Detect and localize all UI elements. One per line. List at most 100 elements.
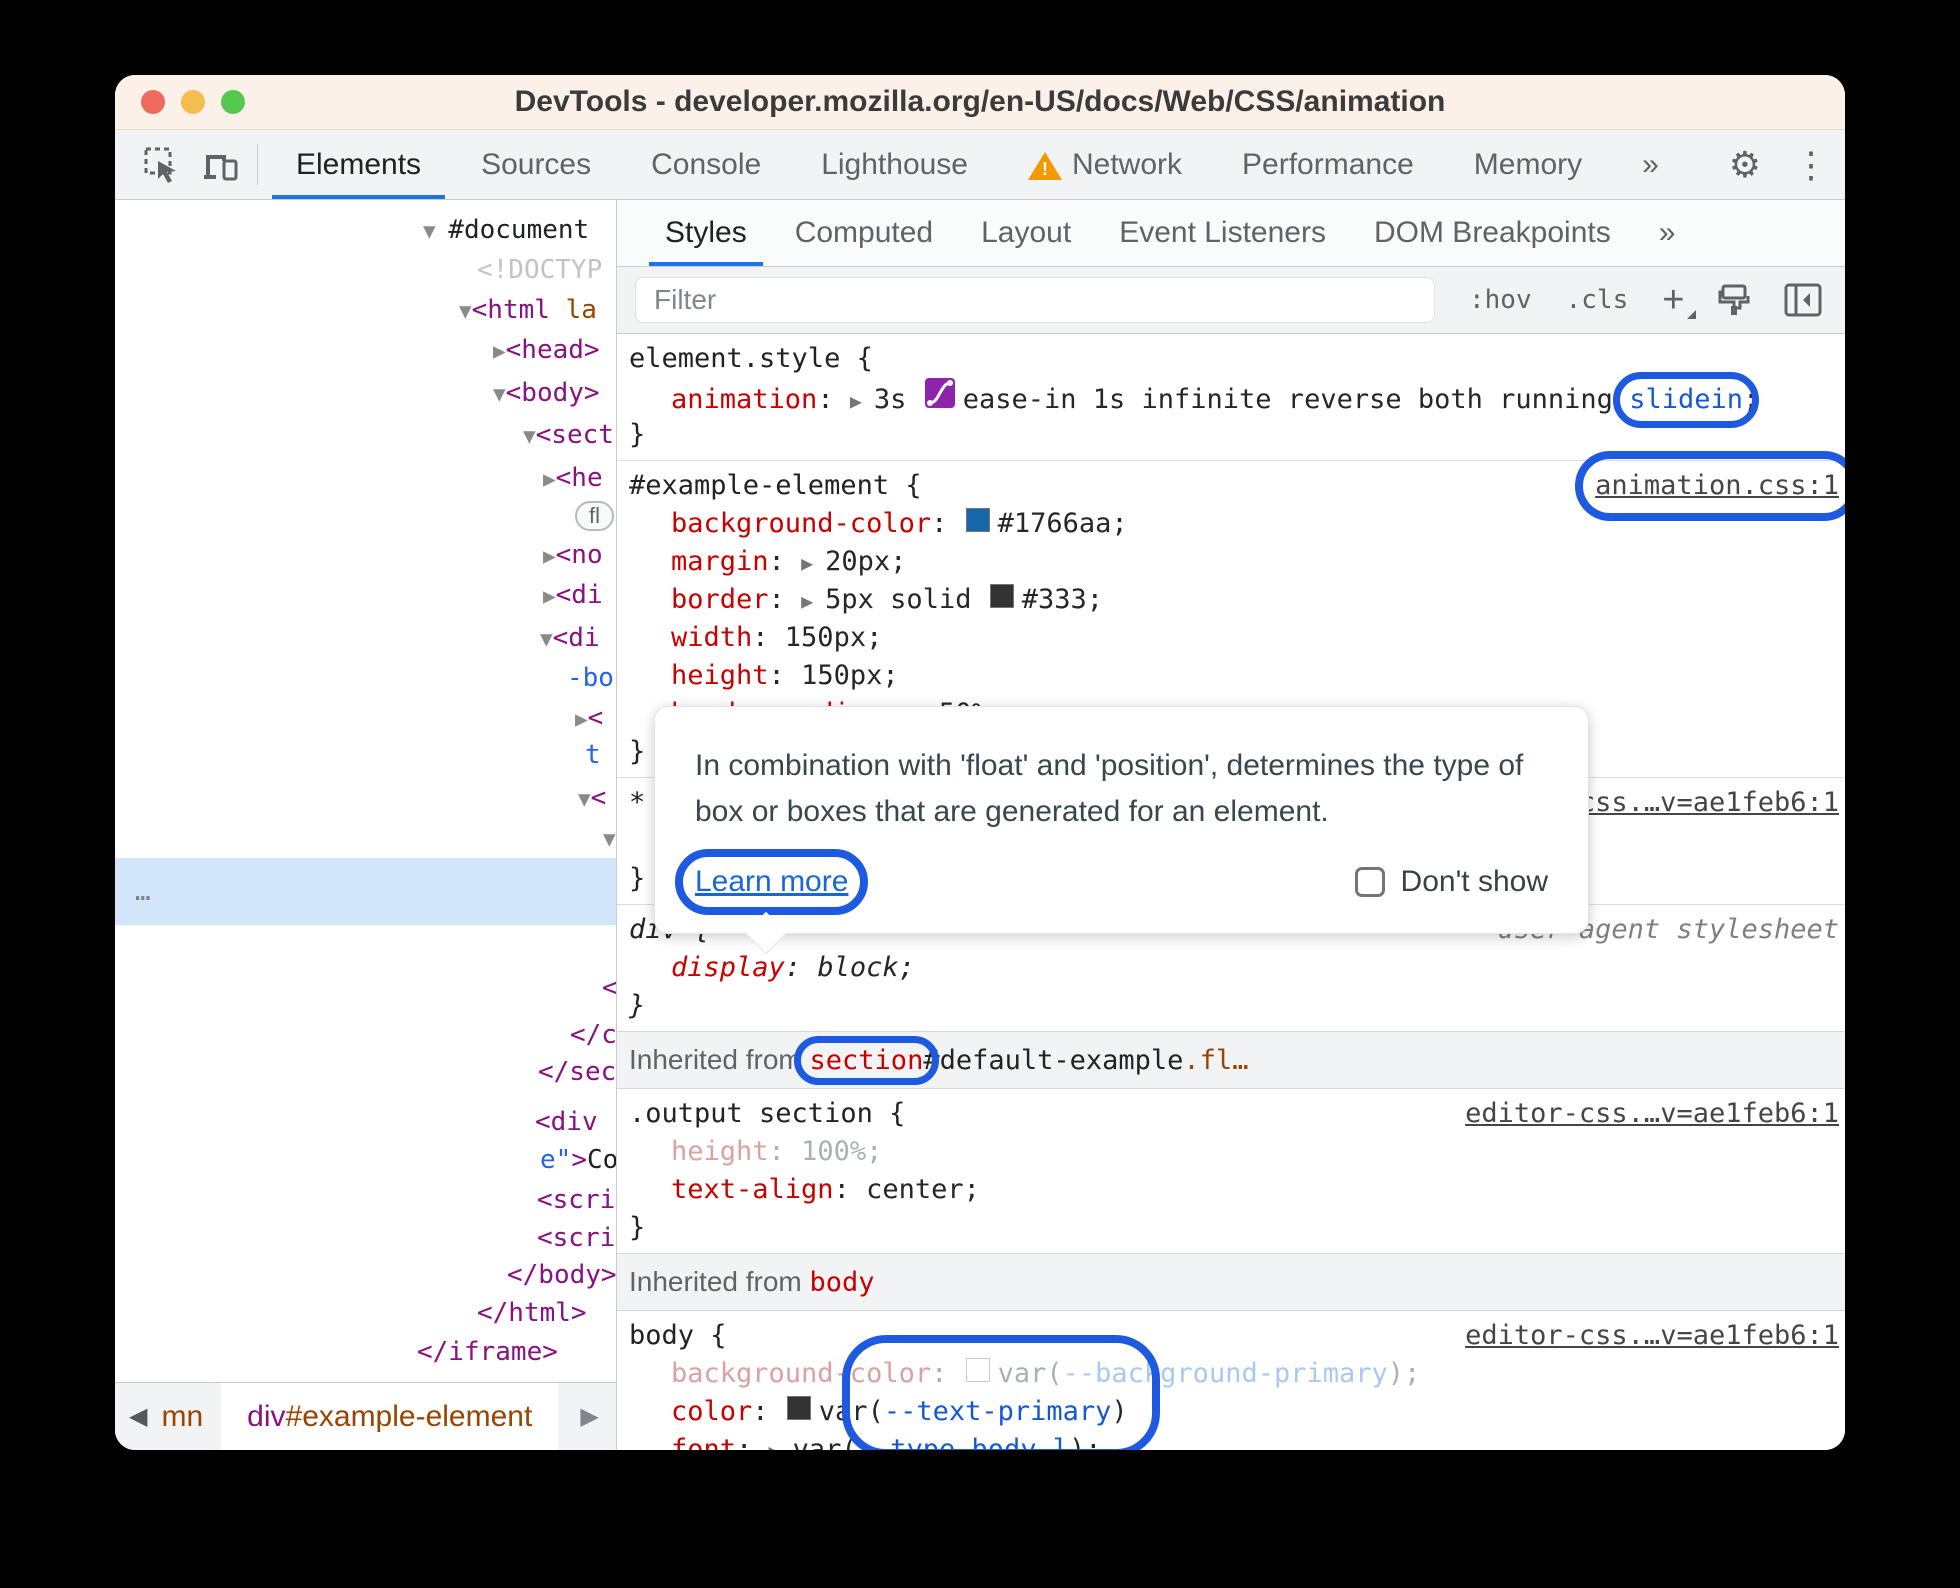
tab-lighthouse[interactable]: Lighthouse (791, 130, 998, 199)
tree-row[interactable]: ▶< (575, 699, 603, 738)
css-segment-sel: #example-element { (629, 470, 922, 501)
tree-row[interactable]: <div (535, 1103, 598, 1141)
toggle-sidebar-icon[interactable] (1784, 283, 1822, 317)
tree-row-selected[interactable]: … (115, 858, 616, 925)
tab-[interactable]: » (1612, 130, 1689, 199)
css-segment-val: 150px; (784, 622, 883, 653)
settings-gear-icon[interactable]: ⚙ (1713, 144, 1777, 186)
tree-row[interactable]: </body> (507, 1256, 616, 1294)
css-line[interactable]: body {editor-css.…v=ae1feb6:1 (617, 1317, 1845, 1355)
tree-segment-tag: <di (552, 623, 600, 653)
inherited-from-section: Inherited from section #default-example .f… (617, 1031, 1845, 1089)
tab-performance[interactable]: Performance (1212, 130, 1444, 199)
tooltip-actions: Learn more Don't show (674, 849, 1548, 915)
dont-show-checkbox[interactable] (1354, 867, 1385, 897)
tree-row[interactable]: </c (570, 1016, 616, 1054)
color-swatch[interactable] (965, 508, 990, 532)
sidebar-tab-computed[interactable]: Computed (771, 200, 957, 266)
css-line[interactable]: height: 150px; (617, 657, 1845, 695)
css-line[interactable]: width: 150px; (617, 619, 1845, 657)
css-segment-val: : (752, 1396, 785, 1427)
css-line[interactable]: background-color: #1766aa; (617, 505, 1845, 543)
bezier-easing-icon[interactable] (924, 378, 955, 408)
tree-row[interactable]: <scri (537, 1219, 615, 1257)
tree-row[interactable]: ▶<he (543, 459, 603, 498)
sidebar-tabs: Styles Computed Layout Event Listeners DOM B… (617, 200, 1845, 267)
tree-row[interactable]: e">Co (540, 1141, 616, 1179)
css-line[interactable]: margin: ▶ 20px; (617, 543, 1845, 581)
css-line[interactable]: } (617, 1209, 1845, 1247)
css-segment-prop: text-align (671, 1174, 834, 1205)
dont-show-label: Don't show (1400, 865, 1548, 898)
breadcrumb-item-current[interactable]: div #example-element (221, 1383, 559, 1450)
flex-badge[interactable]: fl (575, 501, 614, 531)
element-classes-button[interactable]: .cls (1566, 285, 1629, 315)
stylesheet-source-link[interactable]: animation.css:1 (1575, 451, 1845, 521)
css-line[interactable]: border: ▶ 5px solid #333; (617, 581, 1845, 619)
more-options-icon[interactable]: ⋮ (1777, 144, 1845, 186)
tree-row[interactable]: ▶<head> (493, 331, 600, 370)
tree-segment-tag: <he (555, 463, 603, 493)
tree-row[interactable]: ▼< (578, 779, 606, 818)
toggle-element-state-button[interactable]: :hov (1469, 285, 1532, 315)
stylesheet-source-link[interactable]: editor-css.…v=ae1feb6:1 (1465, 1317, 1839, 1355)
tab-network[interactable]: ! Network (998, 130, 1212, 199)
css-line[interactable]: animation: ▶ 3s ease-in 1s infinite reve… (617, 372, 1845, 428)
tree-row[interactable]: t (585, 736, 601, 774)
css-line[interactable]: } (617, 416, 1845, 454)
sidebar-tab-dombreakpoints[interactable]: DOM Breakpoints (1350, 200, 1635, 266)
device-toolbar-icon[interactable] (191, 130, 249, 199)
stylesheet-source-link[interactable]: css.…v=ae1feb6:1 (1579, 784, 1839, 822)
css-line[interactable]: #example-element { animation.css:1 (617, 451, 1845, 521)
tab-console[interactable]: Console (621, 130, 791, 199)
breadcrumb-item-partial[interactable]: mn (161, 1400, 203, 1434)
rendering-brush-icon[interactable] (1716, 282, 1752, 318)
tree-segment-tag: < (587, 703, 604, 733)
css-line[interactable]: element.style { (617, 340, 1845, 378)
sidebar-tab-styles[interactable]: Styles (641, 200, 771, 266)
tree-badge[interactable]: fl (575, 496, 614, 534)
css-line[interactable]: display: block; (617, 949, 1845, 987)
tree-row[interactable]: < (602, 969, 616, 1007)
tree-row[interactable]: </html> (477, 1294, 587, 1332)
tree-row[interactable]: ▼<di (540, 619, 600, 658)
tree-row[interactable]: ▼<html la (459, 291, 597, 330)
tree-row[interactable]: -bo (567, 659, 614, 697)
css-line[interactable]: color: var(--text-primary) (617, 1393, 1845, 1431)
learn-more-link[interactable]: Learn more (674, 849, 869, 915)
styles-filter-input[interactable] (635, 277, 1435, 323)
new-style-rule-button[interactable]: + (1662, 281, 1684, 319)
css-line[interactable]: height: 100%; (617, 1133, 1845, 1171)
css-segment-val-faded: : (931, 1358, 964, 1389)
tree-row[interactable]: ▼<sect (523, 416, 614, 455)
breadcrumb-scroll-right-icon[interactable]: ▶ (558, 1402, 598, 1431)
css-line[interactable]: .output section {editor-css.…v=ae1feb6:1 (617, 1095, 1845, 1133)
css-line[interactable]: background-color: var(--background-prima… (617, 1355, 1845, 1393)
css-line[interactable]: text-align: center; (617, 1171, 1845, 1209)
inspect-element-icon[interactable] (133, 130, 191, 199)
sidebar-tab-more[interactable]: » (1635, 200, 1700, 266)
tree-row[interactable]: </sec (538, 1053, 616, 1091)
window-title: DevTools - developer.mozilla.org/en-US/d… (514, 85, 1446, 118)
tab-sources[interactable]: Sources (451, 130, 621, 199)
tree-row[interactable]: ▼ (603, 819, 616, 858)
css-segment-sel: } (629, 1212, 646, 1243)
tree-row[interactable]: ▼ #document (423, 211, 589, 250)
css-line[interactable]: font: ▶ var(--type-body-l); (617, 1431, 1845, 1450)
stylesheet-source-link[interactable]: editor-css.…v=ae1feb6:1 (1465, 1095, 1839, 1133)
sidebar-tab-eventlisteners[interactable]: Event Listeners (1095, 200, 1350, 266)
tree-row[interactable]: <!DOCTYP (477, 251, 602, 289)
tree-row[interactable]: ▶<di (543, 576, 603, 615)
css-line[interactable]: } (617, 987, 1845, 1025)
sidebar-tab-layout[interactable]: Layout (957, 200, 1095, 266)
color-swatch[interactable] (965, 1358, 990, 1382)
tree-row[interactable]: ▼<body> (493, 374, 600, 413)
tree-row[interactable]: <scri (537, 1181, 615, 1219)
tab-elements[interactable]: Elements (266, 130, 451, 199)
color-swatch[interactable] (989, 584, 1014, 608)
color-swatch[interactable] (786, 1396, 811, 1420)
tree-row[interactable]: </iframe> (417, 1333, 558, 1371)
breadcrumb-scroll-left-icon[interactable]: ◀ (115, 1402, 161, 1431)
tree-row[interactable]: ▶<no (543, 536, 603, 575)
tab-memory[interactable]: Memory (1444, 130, 1612, 199)
